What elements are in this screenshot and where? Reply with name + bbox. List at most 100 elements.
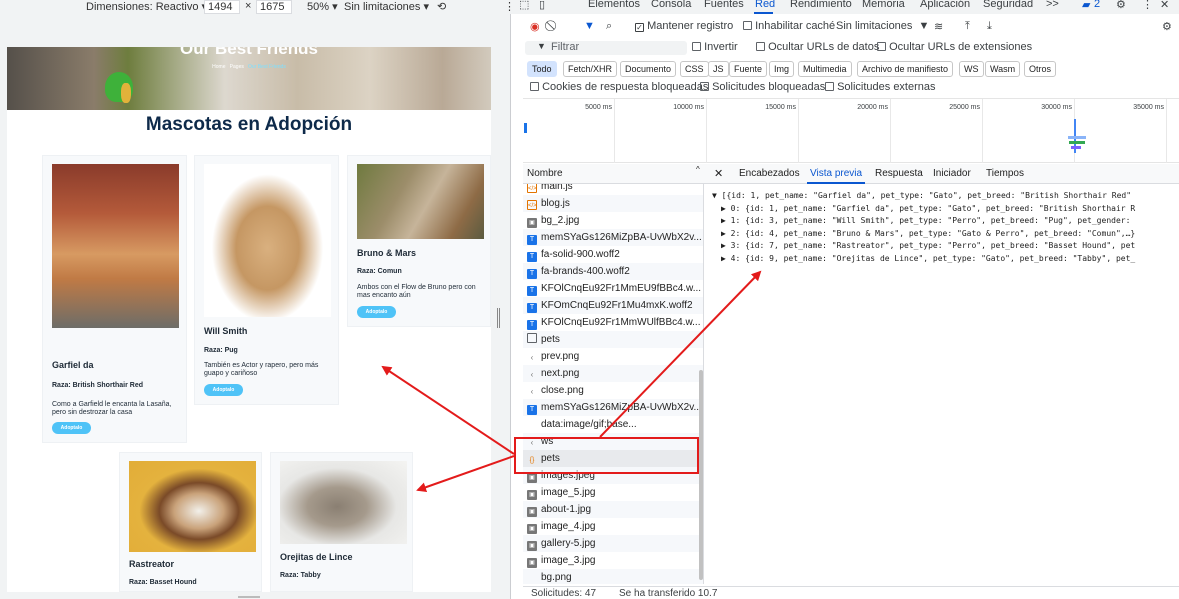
pet-photo [129, 461, 256, 552]
hide-ext-urls-checkbox[interactable]: Ocultar URLs de extensiones [877, 41, 1032, 53]
request-row[interactable]: data:image/gif;base... [523, 416, 703, 433]
request-list-scrollbar[interactable] [699, 370, 703, 580]
rotate-icon[interactable]: ⟲ [437, 0, 446, 13]
tab-red[interactable]: Red [755, 0, 775, 10]
request-row[interactable]: </> blog.js [523, 195, 703, 212]
wifi-icon[interactable]: ≋ [934, 20, 943, 33]
request-row[interactable]: </> main.js [523, 184, 703, 195]
type-filter-js[interactable]: JS [708, 61, 729, 77]
adopt-button[interactable]: Adoptalo [52, 422, 91, 434]
script-icon: </> [527, 200, 537, 210]
request-row[interactable]: ▣ bg_2.jpg [523, 212, 703, 229]
device-throttle-label: Sin limitaciones [344, 1, 421, 13]
request-row[interactable]: TmemSYaGs126MiZpBA-UvWbX2v... [523, 399, 703, 416]
tab-encabezados[interactable]: Encabezados [739, 168, 800, 179]
zoom-dropdown[interactable]: 50% ▾ [307, 0, 338, 13]
tab-vista-previa[interactable]: Vista previa [810, 168, 862, 179]
preview-root-line[interactable]: ▼ [{id: 1, pet_name: "Garfiel da", pet_t… [712, 190, 1179, 203]
network-settings-icon[interactable]: ⚙ [1162, 20, 1172, 33]
type-filter-wasm[interactable]: Wasm [985, 61, 1021, 77]
font-icon: T [527, 235, 537, 245]
device-toggle-icon[interactable]: ▯ [539, 0, 545, 11]
invert-checkbox[interactable]: Invertir [692, 41, 738, 53]
breadcrumb-pages[interactable]: Pages [230, 64, 244, 70]
tab-memoria[interactable]: Memoria [862, 0, 905, 10]
blocked-requests-label: Solicitudes bloqueadas [712, 81, 826, 93]
request-row[interactable]: ‹ close.png [523, 382, 703, 399]
third-party-checkbox[interactable]: Solicitudes externas [825, 81, 936, 93]
settings-icon[interactable]: ⚙ [1116, 0, 1126, 11]
type-filter-todo[interactable]: Todo [527, 61, 557, 77]
download-icon[interactable]: ⤓ [987, 20, 992, 33]
request-row[interactable]: T KFOmCnqEu92Fr1Mu4mxK.woff2 [523, 297, 703, 314]
adopt-button[interactable]: Adoptalo [357, 306, 396, 318]
request-row[interactable]: Tfa-brands-400.woff2 [523, 263, 703, 280]
tab-fuentes[interactable]: Fuentes [704, 0, 744, 10]
viewport-resize-handle[interactable] [497, 308, 500, 328]
disable-cache-checkbox[interactable]: Inhabilitar caché [743, 20, 835, 32]
search-icon[interactable]: ⌕ [606, 20, 612, 33]
device-throttle-dropdown[interactable]: Sin limitaciones ▾ [344, 0, 429, 13]
blocked-requests-checkbox[interactable]: Solicitudes bloqueadas [700, 81, 825, 93]
request-row[interactable]: ▣ about-1.jpg [523, 501, 703, 518]
preview-item-line[interactable]: ▶ 0: {id: 1, pet_name: "Garfiel da", pet… [712, 203, 1179, 216]
tab-aplicacion[interactable]: Aplicación [920, 0, 970, 10]
request-row[interactable]: T KFOlCnqEu92Fr1MmWUlfBBc4.w... [523, 314, 703, 331]
upload-icon[interactable]: ⤒ [965, 20, 970, 33]
type-filter-documento[interactable]: Documento [620, 61, 677, 77]
dimensions-dropdown[interactable]: Dimensiones: Reactivo ▾ [86, 0, 207, 13]
request-row[interactable]: ‹ next.png [523, 365, 703, 382]
hide-data-urls-checkbox[interactable]: Ocultar URLs de datos [756, 41, 879, 53]
request-row[interactable]: ▣ image_4.jpg [523, 518, 703, 535]
preview-item-line[interactable]: ▶ 1: {id: 3, pet_name: "Will Smith", pet… [712, 215, 1179, 228]
type-filter-ws[interactable]: WS [959, 61, 984, 77]
tab-rendimiento[interactable]: Rendimiento [790, 0, 852, 10]
filter-icon[interactable]: ▼ [584, 20, 595, 32]
preview-item-line[interactable]: ▶ 4: {id: 9, pet_name: "Orejitas de Linc… [712, 253, 1179, 266]
viewport-bottom-handle[interactable] [238, 596, 260, 598]
request-row[interactable]: TmemSYaGs126MiZpBA-UvWbX2v... [523, 229, 703, 246]
request-row[interactable]: pets [523, 331, 703, 348]
type-filter-otros[interactable]: Otros [1024, 61, 1057, 77]
type-filter-fuente[interactable]: Fuente [729, 61, 768, 77]
request-row[interactable]: ▣ image_3.jpg [523, 552, 703, 569]
issues-icon[interactable]: ▰ [1082, 0, 1090, 11]
filter-input[interactable]: ▼ Filtrar [525, 41, 687, 55]
type-filter-img[interactable]: Img [769, 61, 795, 77]
type-filter-manifest[interactable]: Archivo de manifiesto [857, 61, 954, 77]
type-filter-css[interactable]: CSS [680, 61, 709, 77]
request-row[interactable]: Tfa-solid-900.woff2 [523, 246, 703, 263]
breadcrumb-home[interactable]: Home [212, 64, 225, 70]
request-row[interactable]: T KFOlCnqEu92Fr1MmEU9fBBc4.w... [523, 280, 703, 297]
adopt-button[interactable]: Adoptalo [204, 384, 243, 396]
tab-elementos[interactable]: Elementos [588, 0, 640, 10]
blocked-cookies-checkbox[interactable]: Cookies de respuesta bloqueadas [530, 81, 708, 93]
preview-item-line[interactable]: ▶ 3: {id: 7, pet_name: "Rastreator", pet… [712, 240, 1179, 253]
width-input[interactable]: 1494 [204, 0, 240, 14]
keep-log-checkbox[interactable]: ✓ Mantener registro [635, 20, 733, 32]
height-input[interactable]: 1675 [256, 0, 292, 14]
inspect-icon[interactable]: ⬚ [519, 0, 529, 11]
preview-item-line[interactable]: ▶ 2: {id: 4, pet_name: "Bruno & Mars", p… [712, 228, 1179, 241]
tab-seguridad[interactable]: Seguridad [983, 0, 1033, 10]
request-row[interactable]: ‹ prev.png [523, 348, 703, 365]
name-column-header[interactable]: Nombre [527, 168, 563, 179]
tab-respuesta[interactable]: Respuesta [875, 168, 923, 179]
close-detail-icon[interactable]: ✕ [714, 167, 723, 180]
request-row[interactable]: ▣ image_5.jpg [523, 484, 703, 501]
page-title: Mascotas en Adopción [145, 114, 353, 135]
kebab-menu-icon[interactable]: ⋮ [1142, 0, 1153, 11]
more-tabs-button[interactable]: >> [1046, 0, 1059, 10]
request-row[interactable]: bg.png [523, 569, 703, 584]
network-toolbar: ◉ ⃠ ▼ ⌕ ✓ Mantener registro Inhabilitar … [511, 20, 1179, 34]
type-filter-multimedia[interactable]: Multimedia [798, 61, 852, 77]
network-timeline[interactable]: 5000 ms 10000 ms 15000 ms 20000 ms 25000… [523, 98, 1179, 163]
request-row[interactable]: ▣ gallery-5.jpg [523, 535, 703, 552]
type-filter-xhr[interactable]: Fetch/XHR [563, 61, 618, 77]
tab-iniciador[interactable]: Iniciador [933, 168, 971, 179]
tab-tiempos[interactable]: Tiempos [986, 168, 1024, 179]
network-throttle-dropdown[interactable]: Sin limitaciones ▼ [836, 20, 929, 32]
tab-consola[interactable]: Consola [651, 0, 691, 10]
close-devtools-icon[interactable]: ✕ [1160, 0, 1169, 11]
record-icon[interactable]: ◉ [530, 20, 540, 33]
